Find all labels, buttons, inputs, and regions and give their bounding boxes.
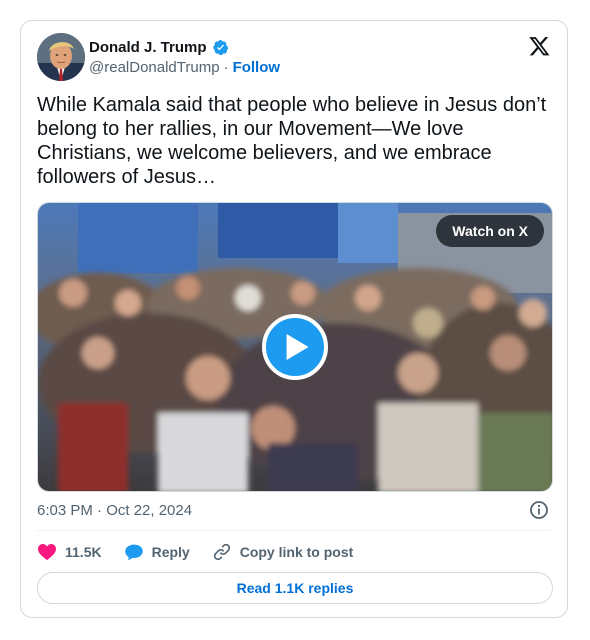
handle-line: @realDonaldTrump · Follow bbox=[89, 59, 280, 76]
embedded-tweet-card: Donald J. Trump @realDonaldTrump · Follo… bbox=[20, 20, 568, 618]
avatar[interactable] bbox=[37, 33, 85, 81]
author-name[interactable]: Donald J. Trump bbox=[89, 39, 207, 56]
like-button[interactable]: 11.5K bbox=[37, 543, 102, 561]
author-line: Donald J. Trump bbox=[89, 37, 229, 57]
copy-link-button[interactable]: Copy link to post bbox=[212, 542, 354, 562]
speech-bubble-icon bbox=[124, 544, 143, 560]
separator-dot: · bbox=[223, 59, 229, 76]
author-handle[interactable]: @realDonaldTrump bbox=[89, 59, 220, 76]
action-bar: 11.5K Reply Copy link to post bbox=[37, 540, 375, 564]
avatar-image bbox=[37, 33, 85, 81]
divider bbox=[37, 530, 551, 531]
like-count: 11.5K bbox=[65, 544, 102, 560]
verified-badge-icon bbox=[212, 39, 229, 56]
play-icon bbox=[286, 334, 309, 360]
watch-on-x-button[interactable]: Watch on X bbox=[436, 215, 544, 247]
play-button[interactable] bbox=[262, 314, 328, 380]
info-icon[interactable] bbox=[529, 500, 549, 520]
reply-button[interactable]: Reply bbox=[124, 543, 190, 562]
follow-button[interactable]: Follow bbox=[233, 59, 281, 76]
read-replies-button[interactable]: Read 1.1K replies bbox=[37, 572, 553, 604]
tweet-text: While Kamala said that people who believ… bbox=[37, 94, 547, 188]
x-logo-icon[interactable] bbox=[528, 35, 551, 57]
reply-label: Reply bbox=[151, 544, 190, 560]
copy-link-label: Copy link to post bbox=[239, 544, 354, 560]
link-icon bbox=[213, 543, 230, 561]
tweet-timestamp[interactable]: 6:03 PM · Oct 22, 2024 bbox=[37, 502, 192, 519]
heart-icon bbox=[38, 543, 56, 561]
video-player[interactable]: Watch on X bbox=[37, 202, 553, 492]
